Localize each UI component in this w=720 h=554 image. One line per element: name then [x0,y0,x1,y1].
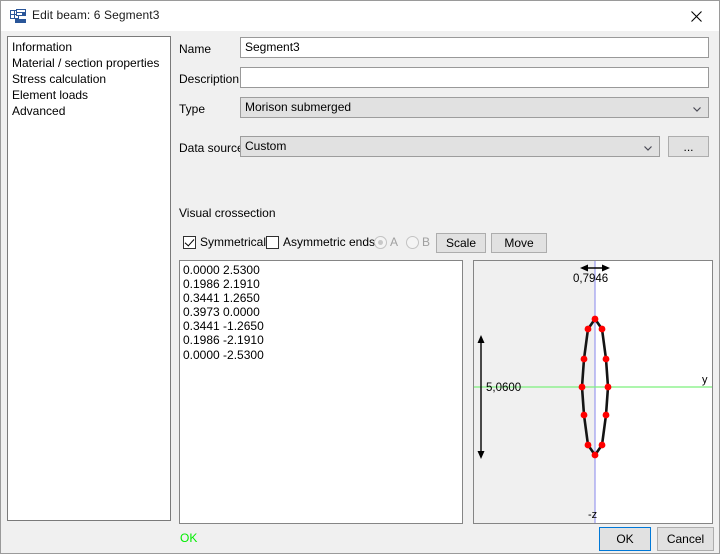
data-source-label: Data source [179,141,244,155]
cancel-button[interactable]: Cancel [657,527,714,551]
visual-crossection-label: Visual crossection [179,206,276,220]
status-message: OK [180,531,198,545]
coordinate-line: 0.1986 -2.1910 [183,333,264,348]
z-axis-label: -z [588,509,597,521]
right-half-shading [595,261,712,523]
data-source-select[interactable]: Custom [240,136,660,157]
type-label: Type [179,102,206,116]
sidebar-item-material-section-properties[interactable]: Material / section properties [8,55,170,71]
chevron-down-icon [692,103,702,113]
close-icon[interactable] [673,1,719,31]
radio-end-a[interactable]: A [374,235,398,249]
radio-a-label: A [390,235,399,249]
coordinate-line: 0.3441 1.2650 [183,291,260,306]
asymmetric-ends-label: Asymmetric ends [283,235,376,249]
description-input[interactable] [240,67,709,88]
radio-unselected-icon [406,235,419,249]
width-dimension-label: 0,7946 [573,273,608,285]
ok-button[interactable]: OK [599,527,651,551]
sidebar-item-element-loads[interactable]: Element loads [8,87,170,103]
coordinate-line: 0.0000 -2.5300 [183,347,264,362]
title-bar: Edit beam: 6 Segment3 [1,1,719,31]
sidebar-item-information[interactable]: Information [8,39,170,55]
radio-end-b[interactable]: B [406,235,430,249]
asymmetric-ends-checkbox[interactable]: Asymmetric ends [266,235,375,249]
data-source-select-value: Custom [245,139,287,153]
type-select[interactable]: Morison submerged [240,97,709,118]
coordinate-line: 0.3973 0.0000 [183,305,260,320]
height-dimension-label: 5,0600 [486,382,521,394]
type-select-value: Morison submerged [245,100,352,114]
name-input[interactable]: Segment3 [240,37,709,58]
sidebar-item-advanced[interactable]: Advanced [8,103,170,119]
navigation-listbox[interactable]: Information Material / section propertie… [7,36,171,521]
symmetrical-checkbox[interactable]: Symmetrical [183,235,266,249]
radio-b-label: B [422,235,431,249]
dialog-body: Information Material / section propertie… [1,31,719,553]
coordinate-line: 0.1986 2.1910 [183,277,260,292]
crossection-svg: y -z 5,0600 0,7946 [474,261,712,523]
coordinate-line: 0.3441 -1.2650 [183,319,264,334]
scale-button[interactable]: Scale [436,233,486,253]
browse-button[interactable]: ... [668,136,709,157]
crossection-preview[interactable]: y -z 5,0600 0,7946 [473,260,713,524]
sidebar-item-stress-calculation[interactable]: Stress calculation [8,71,170,87]
window-title: Edit beam: 6 Segment3 [32,8,160,22]
name-label: Name [179,42,212,56]
chevron-down-icon [643,142,653,152]
radio-selected-icon [374,235,387,249]
description-label: Description [179,72,240,86]
y-axis-label: y [702,374,708,386]
symmetrical-label: Symmetrical [200,235,267,249]
coordinates-textarea[interactable]: 0.0000 2.5300 0.1986 2.1910 0.3441 1.265… [179,260,463,524]
checkbox-check-icon [183,235,196,249]
checkbox-box-icon [266,235,279,249]
beam-edit-icon [10,9,26,24]
coordinate-line: 0.0000 2.5300 [183,263,260,277]
edit-beam-dialog: Edit beam: 6 Segment3 Information Materi… [0,0,720,554]
move-button[interactable]: Move [491,233,547,253]
